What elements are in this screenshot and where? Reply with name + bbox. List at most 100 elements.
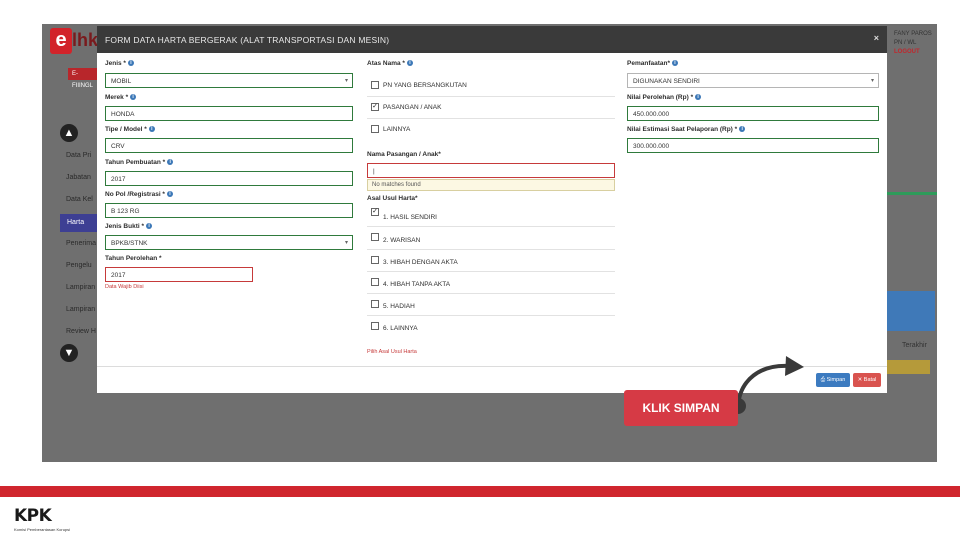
form-modal: FORM DATA HARTA BERGERAK (ALAT TRANSPORT… (97, 26, 887, 393)
chevron-down-icon: ▾ (344, 240, 348, 246)
info-icon: i (739, 126, 746, 133)
nilai-estimasi-label: Nilai Estimasi Saat Pelaporan (Rp) * i (627, 126, 746, 133)
info-icon: i (167, 159, 174, 166)
tahun-perolehan-error: Data Wajib Diisi (105, 284, 144, 290)
divider (367, 118, 615, 119)
divider (367, 249, 615, 250)
checkbox-pn[interactable] (371, 81, 379, 89)
pasangan-input[interactable]: | (367, 163, 615, 178)
sidebar-item-lampiran-2[interactable]: Lampiran (66, 306, 95, 313)
tahun-pembuatan-label: Tahun Pembuatan * i (105, 159, 174, 166)
atas-nama-label: Atas Nama * i (367, 60, 413, 67)
tipe-input[interactable]: CRV (105, 138, 353, 153)
kpk-logo-text: KPK (14, 506, 52, 526)
asal-option-4: 4. HIBAH TANPA AKTA (383, 281, 451, 288)
user-info: FANY PAROS PN / WL LOGOUT (894, 30, 937, 57)
logout-link[interactable]: LOGOUT (894, 48, 937, 57)
nilai-estimasi-input[interactable]: 300.000.000 (627, 138, 879, 153)
sidebar-item-pengeluaran[interactable]: Pengelu (66, 262, 92, 269)
chevron-down-icon: ▾ (344, 78, 348, 84)
sidebar-item-data-keluarga[interactable]: Data Kel (66, 196, 93, 203)
merek-input[interactable]: HONDA (105, 106, 353, 121)
info-icon: i (166, 191, 173, 198)
chevron-down-icon: ▾ (870, 78, 874, 84)
checkbox-hadiah[interactable] (371, 300, 379, 308)
jenis-bukti-label: Jenis Bukti * i (105, 223, 153, 230)
asal-option-5: 5. HADIAH (383, 303, 415, 310)
jenis-bukti-select[interactable]: BPKB/STNK ▾ (105, 235, 353, 250)
modal-header: FORM DATA HARTA BERGERAK (ALAT TRANSPORT… (97, 26, 887, 53)
asal-usul-label: Asal Usul Harta* (367, 195, 418, 202)
modal-title: FORM DATA HARTA BERGERAK (ALAT TRANSPORT… (105, 35, 390, 45)
checkbox-lainnya[interactable] (371, 125, 379, 133)
sidebar-item-lampiran-1[interactable]: Lampiran (66, 284, 95, 291)
checkbox-hasil-sendiri[interactable]: ✓ (371, 208, 379, 216)
sidebar: ▲ Data Pri Jabatan Data Kel Harta Peneri… (42, 124, 102, 444)
info-panel (887, 291, 935, 331)
atas-nama-option-lainnya: LAINNYA (383, 126, 411, 133)
jenis-label: Jenis * i (105, 60, 134, 67)
asal-option-1: 1. HASIL SENDIRI (383, 214, 437, 221)
save-button[interactable]: ⎙ Simpan (816, 373, 850, 387)
logo-text: lhk (72, 30, 99, 50)
sidebar-item-penerimaan[interactable]: Penerima (66, 240, 96, 247)
merek-label: Merek * i (105, 94, 137, 101)
nopol-input[interactable]: B 123 RG (105, 203, 353, 218)
tahun-pembuatan-input[interactable]: 2017 (105, 171, 353, 186)
kpk-logo: KPK Komisi Pemberantasan Korupsi (14, 506, 104, 534)
pemanfaatan-select[interactable]: DIGUNAKAN SENDIRI ▾ (627, 73, 879, 88)
info-icon: i (695, 94, 702, 101)
nilai-perolehan-input[interactable]: 450.000.000 (627, 106, 879, 121)
checkbox-pasangan[interactable]: ✓ (371, 103, 379, 111)
tahun-perolehan-label: Tahun Perolehan * (105, 255, 162, 262)
jenis-select[interactable]: MOBIL ▾ (105, 73, 353, 88)
sidebar-item-data-pribadi[interactable]: Data Pri (66, 152, 91, 159)
tahun-perolehan-input[interactable]: 2017 (105, 267, 253, 282)
asal-option-2: 2. WARISAN (383, 237, 421, 244)
divider (367, 315, 615, 316)
sidebar-item-jabatan[interactable]: Jabatan (66, 174, 91, 181)
nopol-label: No Pol /Registrasi * i (105, 191, 173, 198)
info-icon: i (148, 126, 155, 133)
divider (367, 96, 615, 97)
sidebar-item-harta[interactable]: Harta (60, 214, 100, 232)
user-name: FANY PAROS (894, 31, 932, 37)
no-matches-dropdown: No matches found (367, 179, 615, 191)
elhkpn-logo: e lhk (50, 28, 98, 58)
cancel-button[interactable]: ✕ Batal (853, 373, 881, 387)
divider (367, 293, 615, 294)
arrow-up-icon[interactable]: ▲ (60, 124, 78, 142)
kpk-logo-subtitle: Komisi Pemberantasan Korupsi (14, 527, 71, 532)
info-icon: i (127, 60, 134, 67)
checkbox-lainnya-asal[interactable] (371, 322, 379, 330)
action-button[interactable] (882, 360, 930, 374)
asal-option-6: 6. LAINNYA (383, 325, 418, 332)
close-icon[interactable]: × (874, 33, 879, 43)
efiling-button[interactable]: E-FIIINGL (68, 68, 98, 89)
user-role: PN / WL (894, 40, 917, 46)
info-icon: i (672, 60, 678, 67)
atas-nama-option-pn: PN YANG BERSANGKUTAN (383, 82, 467, 89)
tab-terakhir[interactable]: Terakhir (902, 342, 927, 349)
checkbox-warisan[interactable] (371, 233, 379, 241)
arrow-down-icon[interactable]: ▼ (60, 344, 78, 362)
info-icon: i (406, 60, 413, 67)
checkbox-hibah-akta[interactable] (371, 256, 379, 264)
pasangan-label: Nama Pasangan / Anak* (367, 151, 441, 158)
info-icon: i (130, 94, 137, 101)
tipe-label: Tipe / Model * i (105, 126, 155, 133)
checkbox-hibah-tanpa-akta[interactable] (371, 278, 379, 286)
footer-red-bar (0, 486, 960, 497)
asal-usul-hint: Pilih Asal Usul Harta (367, 349, 417, 355)
asal-option-3: 3. HIBAH DENGAN AKTA (383, 259, 458, 266)
sidebar-item-review[interactable]: Review H (66, 328, 96, 335)
divider (367, 226, 615, 227)
pemanfaatan-label: Pemanfaatan* i (627, 60, 678, 67)
klik-simpan-callout: KLIK SIMPAN (624, 390, 738, 426)
divider (367, 271, 615, 272)
logo-e: e (50, 28, 72, 54)
atas-nama-option-pasangan: PASANGAN / ANAK (383, 104, 442, 111)
info-icon: i (146, 223, 153, 230)
nilai-perolehan-label: Nilai Perolehan (Rp) * i (627, 94, 702, 101)
slide: e lhk E-FIIINGL FANY PAROS PN / WL LOGOU… (0, 0, 960, 540)
